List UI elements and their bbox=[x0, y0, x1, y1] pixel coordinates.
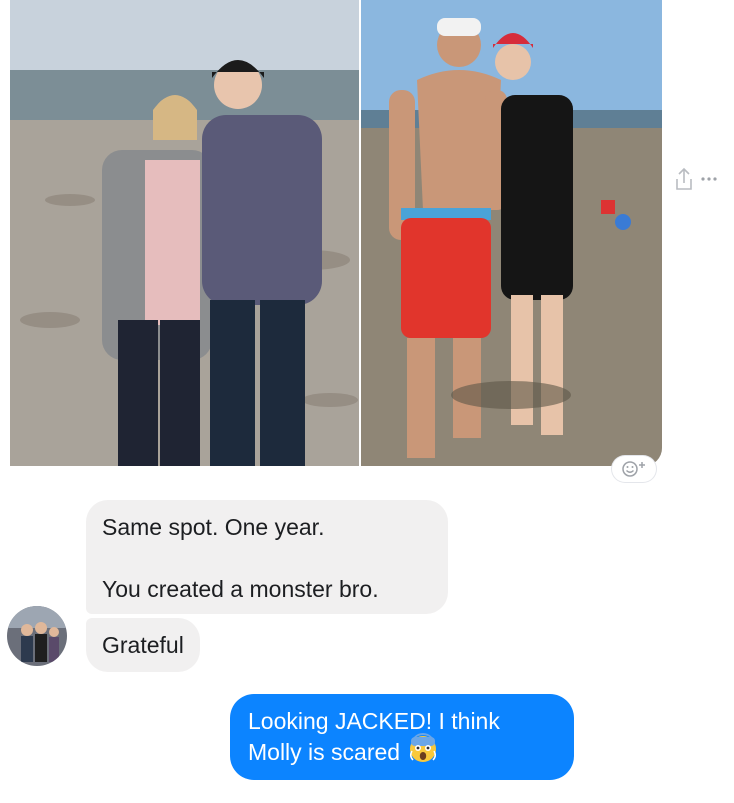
message-text: Same spot. One year. bbox=[102, 514, 325, 540]
incoming-message-bubble[interactable]: Grateful bbox=[86, 618, 200, 672]
message-text: Looking JACKED! I think bbox=[248, 708, 500, 734]
fearful-face-emoji-icon bbox=[408, 733, 438, 771]
message-text: Grateful bbox=[102, 632, 184, 658]
share-icon[interactable] bbox=[674, 166, 694, 192]
photo-after bbox=[361, 0, 662, 466]
outgoing-message-bubble[interactable]: Looking JACKED! I think Molly is scared bbox=[230, 694, 574, 780]
message-actions bbox=[674, 166, 718, 192]
incoming-message-bubble[interactable]: Same spot. One year. You created a monst… bbox=[86, 500, 448, 614]
add-reaction-icon[interactable] bbox=[612, 456, 656, 482]
message-spacer bbox=[102, 542, 432, 574]
message-text: You created a monster bro. bbox=[102, 576, 379, 602]
message-text: Molly is scared bbox=[248, 739, 401, 766]
photo-before bbox=[10, 0, 359, 466]
shared-photo[interactable] bbox=[10, 0, 662, 466]
more-icon[interactable] bbox=[700, 175, 718, 183]
avatar[interactable] bbox=[7, 606, 67, 666]
